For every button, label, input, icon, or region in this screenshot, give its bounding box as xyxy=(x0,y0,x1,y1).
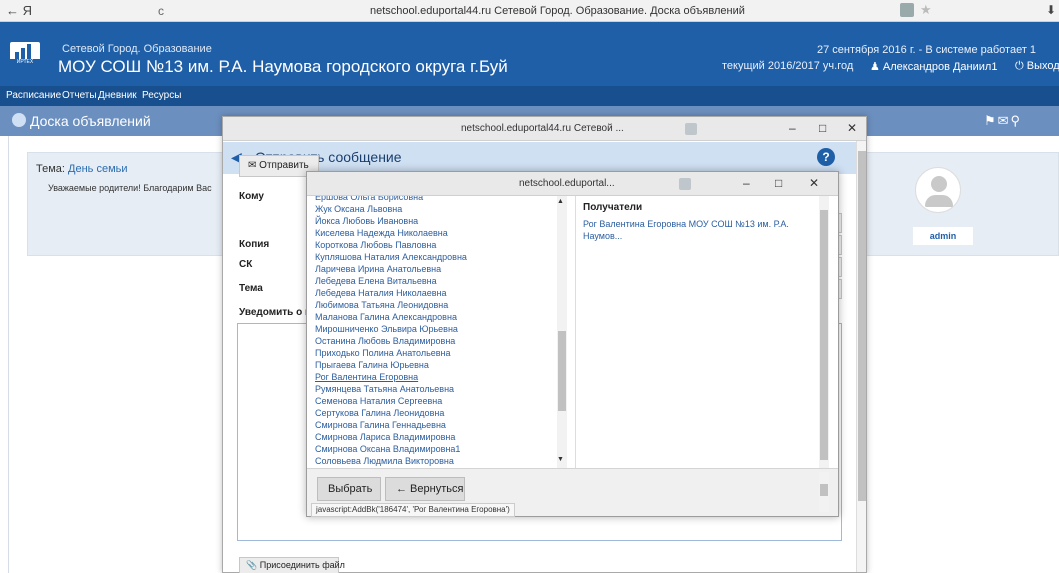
contact-item[interactable]: Любимова Татьяна Леонидовна xyxy=(315,300,448,310)
picker-window-title: netschool.eduportal... xyxy=(519,178,615,189)
reload-icon[interactable]: c xyxy=(158,4,164,18)
contact-list-scrollbar[interactable]: ▲ ▼ xyxy=(557,196,567,468)
scroll-up-icon[interactable]: ▲ xyxy=(557,198,564,205)
contact-list[interactable]: Ершова Ольга Борисовна Жук Оксана Львовна… xyxy=(313,196,568,468)
maximize-button[interactable]: □ xyxy=(775,176,782,190)
user-name: Александров Даниил1 xyxy=(882,61,998,73)
select-button[interactable]: Выбрать xyxy=(317,477,381,501)
contact-item[interactable]: Купляшова Наталия Александровна xyxy=(315,252,467,262)
menu-item-reports[interactable]: Отчеты xyxy=(62,90,97,101)
attach-label: Присоединить файл xyxy=(259,560,345,570)
page-edge xyxy=(8,136,9,573)
attach-file-button[interactable]: 📎 Присоединить файл xyxy=(239,557,345,573)
contact-item[interactable]: Йокса Любовь Ивановна xyxy=(315,216,418,226)
school-name: МОУ СОШ №13 им. Р.А. Наумова городского … xyxy=(58,57,508,76)
announcement-body: Уважаемые родители! Благодарим Вас xyxy=(48,183,212,193)
contact-item[interactable]: Жук Оксана Львовна xyxy=(315,204,402,214)
compose-header: ◀ Отправить сообщение ? xyxy=(223,142,866,174)
contact-item[interactable]: Приходько Полина Анатольевна xyxy=(315,348,451,358)
window-page-icon xyxy=(685,123,697,135)
compose-window-title: netschool.eduportal44.ru Сетевой ... xyxy=(461,123,624,134)
cc-label: Копия xyxy=(239,239,270,250)
contact-item[interactable]: Семенова Наталия Сергеевна xyxy=(315,396,442,406)
contact-item[interactable]: Сертукова Галина Леонидовна xyxy=(315,408,444,418)
minimize-button[interactable]: – xyxy=(789,121,796,135)
minimize-button[interactable]: – xyxy=(743,176,750,190)
topic-link[interactable]: День семьи xyxy=(68,163,128,175)
contact-item[interactable]: Лебедева Елена Витальевна xyxy=(315,276,437,286)
system-name: Сетевой Город. Образование xyxy=(62,43,212,55)
contact-item[interactable]: Рог Валентина Егоровна xyxy=(315,372,418,382)
recipients-scrollbar[interactable] xyxy=(819,196,829,468)
logo-text: ИРТЕХ xyxy=(10,59,40,66)
extension-icon[interactable] xyxy=(900,3,914,17)
footer-scrollbar[interactable] xyxy=(819,472,829,512)
return-button[interactable]: ← Вернуться xyxy=(385,477,465,501)
menu-item-resources[interactable]: Ресурсы xyxy=(142,90,181,101)
contact-item[interactable]: Мирошниченко Эльвира Юрьевна xyxy=(315,324,458,334)
recipient-picker-window: netschool.eduportal... – □ ✕ Ершова Ольг… xyxy=(306,171,839,517)
bcc-label: СК xyxy=(239,259,253,270)
current-user-link[interactable]: ♟ Александров Даниил1 xyxy=(870,60,997,73)
close-button[interactable]: ✕ xyxy=(847,121,857,135)
back-icon[interactable] xyxy=(12,113,26,127)
author-name: admin xyxy=(913,227,973,245)
contact-item[interactable]: Ершова Ольга Борисовна xyxy=(315,196,423,202)
scroll-thumb[interactable] xyxy=(858,151,866,501)
author-panel: admin xyxy=(862,152,1059,256)
scroll-down-icon[interactable]: ▼ xyxy=(557,456,564,463)
status-bar-url: javascript:AddBk('186474', 'Рог Валентин… xyxy=(311,503,515,517)
contact-item[interactable]: Прыгаева Галина Юрьевна xyxy=(315,360,429,370)
announcement-card: Тема: День семьи Уважаемые родители! Бла… xyxy=(27,152,227,256)
school-year[interactable]: текущий 2016/2017 уч.год xyxy=(722,60,853,72)
close-button[interactable]: ✕ xyxy=(809,176,819,190)
menu-item-diary[interactable]: Дневник xyxy=(98,90,137,101)
main-menu: Расписание Отчеты Дневник Ресурсы xyxy=(0,86,1059,106)
user-shoulders-icon xyxy=(925,195,953,207)
contact-item[interactable]: Смирнова Оксана Владимировна1 xyxy=(315,444,460,454)
download-icon[interactable]: ⬇ xyxy=(1046,3,1056,17)
contact-item[interactable]: Киселева Надежда Николаевна xyxy=(315,228,448,238)
contact-item[interactable]: Смирнова Лариса Владимировна xyxy=(315,432,455,442)
contact-item[interactable]: Короткова Любовь Павловна xyxy=(315,240,436,250)
app-header: ИРТЕХ Сетевой Город. Образование МОУ СОШ… xyxy=(0,22,1059,86)
browser-title: netschool.eduportal44.ru Сетевой Город. … xyxy=(370,5,745,17)
compose-titlebar[interactable]: netschool.eduportal44.ru Сетевой ... – □… xyxy=(223,117,866,141)
contact-item[interactable]: Останина Любовь Владимировна xyxy=(315,336,455,346)
irtech-logo: ИРТЕХ xyxy=(10,42,40,66)
topic-label: Тема: xyxy=(36,163,69,175)
user-head-icon xyxy=(931,176,947,192)
help-icon[interactable]: ? xyxy=(817,148,835,166)
bookmark-star-icon[interactable]: ★ xyxy=(920,2,932,18)
subject-label: Тема xyxy=(239,283,263,294)
recipient-item[interactable]: Рог Валентина Егоровна МОУ СОШ №13 им. Р… xyxy=(583,218,813,242)
send-label: Отправить xyxy=(259,160,309,171)
scroll-thumb[interactable] xyxy=(820,210,828,460)
contact-item[interactable]: Лебедева Наталия Николаевна xyxy=(315,288,447,298)
page-title: Доска объявлений xyxy=(30,113,151,129)
scroll-thumb[interactable] xyxy=(820,484,828,496)
browser-back-button[interactable]: ← Я xyxy=(6,3,32,18)
recipients-title: Получатели xyxy=(583,202,643,213)
pane-divider xyxy=(575,196,576,468)
contact-item[interactable]: Ларичева Ирина Анатольевна xyxy=(315,264,441,274)
browser-toolbar: ← Я c netschool.eduportal44.ru Сетевой Г… xyxy=(0,0,1059,22)
scroll-thumb[interactable] xyxy=(558,331,566,411)
toolbar-icons[interactable]: ⚑✉⚲ xyxy=(984,113,1022,129)
window-page-icon xyxy=(679,178,691,190)
logout-button[interactable]: ⏻ Выход xyxy=(1015,60,1059,73)
logout-label: Выход xyxy=(1026,60,1059,72)
announcement-topic: Тема: День семьи xyxy=(36,163,128,175)
contact-item[interactable]: Соловьева Людмила Викторовна xyxy=(315,456,454,466)
compose-scrollbar[interactable] xyxy=(856,141,866,572)
date-status: 27 сентября 2016 г. - В системе работает… xyxy=(817,44,1037,56)
avatar xyxy=(915,167,961,213)
to-label: Кому xyxy=(239,191,264,202)
maximize-button[interactable]: □ xyxy=(819,121,826,135)
contact-item[interactable]: Маланова Галина Александровна xyxy=(315,312,457,322)
picker-titlebar[interactable]: netschool.eduportal... – □ ✕ xyxy=(307,172,838,196)
contact-item[interactable]: Румянцева Татьяна Анатольевна xyxy=(315,384,454,394)
menu-item-schedule[interactable]: Расписание xyxy=(6,90,61,101)
contact-item[interactable]: Смирнова Галина Геннадьевна xyxy=(315,420,446,430)
